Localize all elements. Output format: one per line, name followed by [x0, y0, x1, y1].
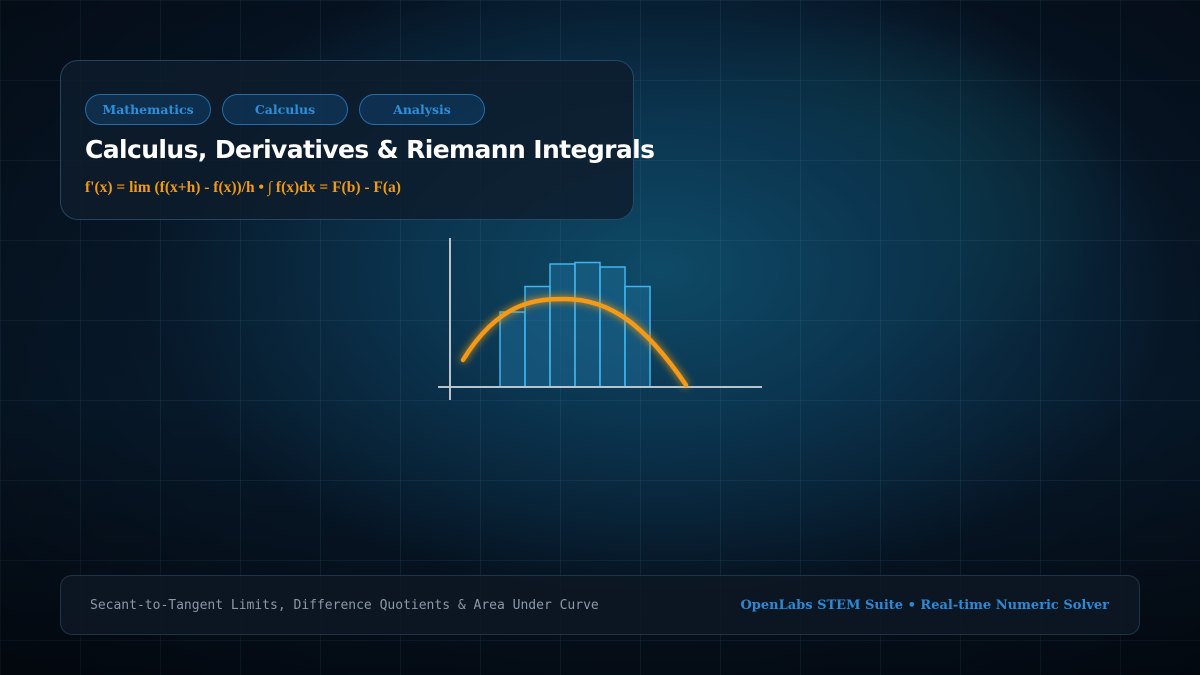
tag-analysis[interactable]: Analysis [359, 94, 485, 125]
riemann-sum-diagram [438, 238, 762, 400]
tag-mathematics[interactable]: Mathematics [85, 94, 211, 125]
riemann-bars [499, 261, 651, 388]
riemann-bar [574, 261, 601, 388]
tag-calculus[interactable]: Calculus [222, 94, 348, 125]
footer-brand: OpenLabs STEM Suite • Real-time Numeric … [740, 598, 1109, 613]
hero-canvas: Mathematics Calculus Analysis Calculus, … [0, 0, 1200, 675]
riemann-bar [549, 263, 576, 388]
formula-line: f'(x) = lim (f(x+h) - f(x))/h • ∫ f(x)dx… [85, 179, 401, 196]
riemann-bar [499, 311, 526, 388]
footer-description: Secant-to-Tangent Limits, Difference Quo… [90, 598, 599, 613]
footer-bar: Secant-to-Tangent Limits, Difference Quo… [60, 575, 1140, 635]
topic-card: Mathematics Calculus Analysis Calculus, … [60, 60, 655, 220]
page-title: Calculus, Derivatives & Riemann Integral… [85, 135, 655, 164]
riemann-bar [599, 266, 626, 388]
tag-list: Mathematics Calculus Analysis [85, 94, 485, 125]
